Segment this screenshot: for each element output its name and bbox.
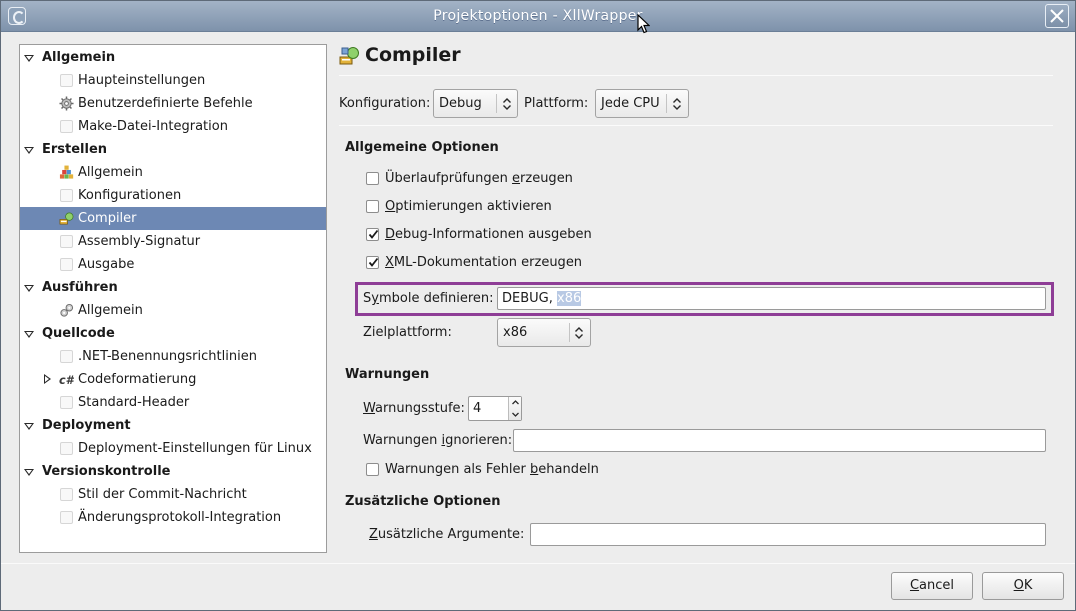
compiler-icon <box>59 212 74 225</box>
symbols-input[interactable]: DEBUG, x86 <box>497 287 1046 310</box>
blank-page-icon <box>60 488 73 501</box>
close-icon <box>1050 9 1064 23</box>
title-bar[interactable]: Projektoptionen - XllWrapper <box>1 1 1075 32</box>
section-heading-warnings: Warnungen <box>345 367 430 382</box>
checkmark-icon <box>368 257 379 267</box>
ignore-warnings-input[interactable] <box>513 429 1046 452</box>
updown-arrows-icon <box>575 327 583 339</box>
code-format-icon: c# <box>59 374 74 387</box>
blank-page-icon <box>60 189 73 202</box>
expand-arrow-icon[interactable] <box>44 374 51 384</box>
configuration-label: Konfiguration: <box>339 96 431 111</box>
blank-page-icon <box>60 74 73 87</box>
blank-page-icon <box>60 235 73 248</box>
checkbox-overflow-checks[interactable] <box>366 172 379 185</box>
expand-arrow-icon[interactable] <box>24 55 34 62</box>
tree-item-ausgabe[interactable]: Ausgabe <box>20 253 326 276</box>
svg-text:c#: c# <box>59 374 74 387</box>
expand-arrow-icon[interactable] <box>24 469 34 476</box>
gears-icon <box>60 303 74 317</box>
tree-item-benutzerdefinierte-befehle[interactable]: Benutzerdefinierte Befehle <box>20 92 326 115</box>
ignore-warnings-label: Warnungen ignorieren: <box>363 433 513 448</box>
tree-item-codeformatierung[interactable]: c# Codeformatierung <box>20 368 326 391</box>
checkbox-label-xml-docs[interactable]: XML-Dokumentation erzeugen <box>385 255 582 270</box>
checkbox-optimize[interactable] <box>366 200 379 213</box>
tree-item-net-benennungsrichtlinien[interactable]: .NET-Benennungsrichtlinien <box>20 345 326 368</box>
spin-up-icon[interactable] <box>510 397 521 408</box>
symbols-label: Symbole definieren: <box>363 291 494 306</box>
updown-arrows-icon <box>503 98 511 110</box>
page-title: Compiler <box>365 44 461 66</box>
tree-item-stil-commit-nachricht[interactable]: Stil der Commit-Nachricht <box>20 483 326 506</box>
blank-page-icon <box>60 120 73 133</box>
tree-category-versionskontrolle[interactable]: Versionskontrolle <box>20 460 326 483</box>
divider <box>339 125 1053 126</box>
tree-item-ausfuehren-allgemein[interactable]: Allgemein <box>20 299 326 322</box>
target-platform-select[interactable]: x86 <box>497 318 591 347</box>
expand-arrow-icon[interactable] <box>24 147 34 154</box>
warning-level-spinner[interactable]: 4 <box>468 396 522 421</box>
spinner-buttons[interactable] <box>508 397 521 420</box>
blank-page-icon <box>60 258 73 271</box>
tree-category-ausfuehren[interactable]: Ausführen <box>20 276 326 299</box>
tree-item-erstellen-allgemein[interactable]: Allgemein <box>20 161 326 184</box>
additional-args-label: Zusätzliche Argumente: <box>369 527 525 542</box>
options-tree[interactable]: Allgemein Haupteinstellungen Benutzerdef… <box>19 44 327 553</box>
gear-icon <box>59 96 74 111</box>
divider <box>339 75 1053 76</box>
warning-level-label: Warnungsstufe: <box>363 401 465 416</box>
section-heading-general: Allgemeine Optionen <box>345 140 499 155</box>
tree-item-make-datei-integration[interactable]: Make-Datei-Integration <box>20 115 326 138</box>
checkmark-icon <box>368 229 379 239</box>
window-title: Projektoptionen - XllWrapper <box>433 8 643 24</box>
tree-category-allgemein[interactable]: Allgemein <box>20 46 326 69</box>
target-platform-label: Zielplattform: <box>363 325 452 340</box>
checkbox-xml-docs[interactable] <box>366 256 379 269</box>
close-button[interactable] <box>1045 4 1069 28</box>
checkbox-label-warnings-as-errors[interactable]: Warnungen als Fehler behandeln <box>385 462 599 477</box>
tree-item-deployment-einstellungen-linux[interactable]: Deployment-Einstellungen für Linux <box>20 437 326 460</box>
platform-label: Plattform: <box>524 96 589 111</box>
footer-divider <box>1 563 1075 564</box>
mouse-cursor-icon <box>637 14 650 34</box>
tree-category-deployment[interactable]: Deployment <box>20 414 326 437</box>
tree-category-erstellen[interactable]: Erstellen <box>20 138 326 161</box>
cancel-button[interactable]: Cancel <box>891 572 973 600</box>
expand-arrow-icon[interactable] <box>24 331 34 338</box>
checkbox-warnings-as-errors[interactable] <box>366 463 379 476</box>
checkbox-label-overflow[interactable]: Überlaufprüfungen erzeugen <box>385 171 573 186</box>
project-options-window: Projektoptionen - XllWrapper Allgemein H… <box>0 0 1076 611</box>
additional-args-input[interactable] <box>530 523 1046 546</box>
section-heading-additional: Zusätzliche Optionen <box>345 494 501 509</box>
tree-item-compiler[interactable]: Compiler <box>20 207 326 230</box>
checkbox-debug-info[interactable] <box>366 228 379 241</box>
tree-item-standard-header[interactable]: Standard-Header <box>20 391 326 414</box>
spin-down-icon[interactable] <box>510 409 521 420</box>
tree-category-quellcode[interactable]: Quellcode <box>20 322 326 345</box>
blank-page-icon <box>60 442 73 455</box>
tree-item-assembly-signatur[interactable]: Assembly-Signatur <box>20 230 326 253</box>
tree-item-aenderungsprotokoll-integration[interactable]: Änderungsprotokoll-Integration <box>20 506 326 529</box>
build-blocks-icon <box>59 165 74 179</box>
checkbox-label-debug-info[interactable]: Debug-Informationen ausgeben <box>385 227 592 242</box>
selected-text: x86 <box>557 291 582 306</box>
blank-page-icon <box>60 511 73 524</box>
platform-select[interactable]: Jede CPU <box>595 89 689 118</box>
updown-arrows-icon <box>673 98 681 110</box>
tree-item-haupteinstellungen[interactable]: Haupteinstellungen <box>20 69 326 92</box>
expand-arrow-icon[interactable] <box>24 423 34 430</box>
ok-button[interactable]: OK <box>982 572 1064 600</box>
tree-item-konfigurationen[interactable]: Konfigurationen <box>20 184 326 207</box>
checkbox-label-optimize[interactable]: Optimierungen aktivieren <box>385 199 552 214</box>
expand-arrow-icon[interactable] <box>24 285 34 292</box>
blank-page-icon <box>60 396 73 409</box>
compiler-icon <box>339 47 359 65</box>
blank-page-icon <box>60 350 73 363</box>
configuration-select[interactable]: Debug <box>433 89 518 118</box>
